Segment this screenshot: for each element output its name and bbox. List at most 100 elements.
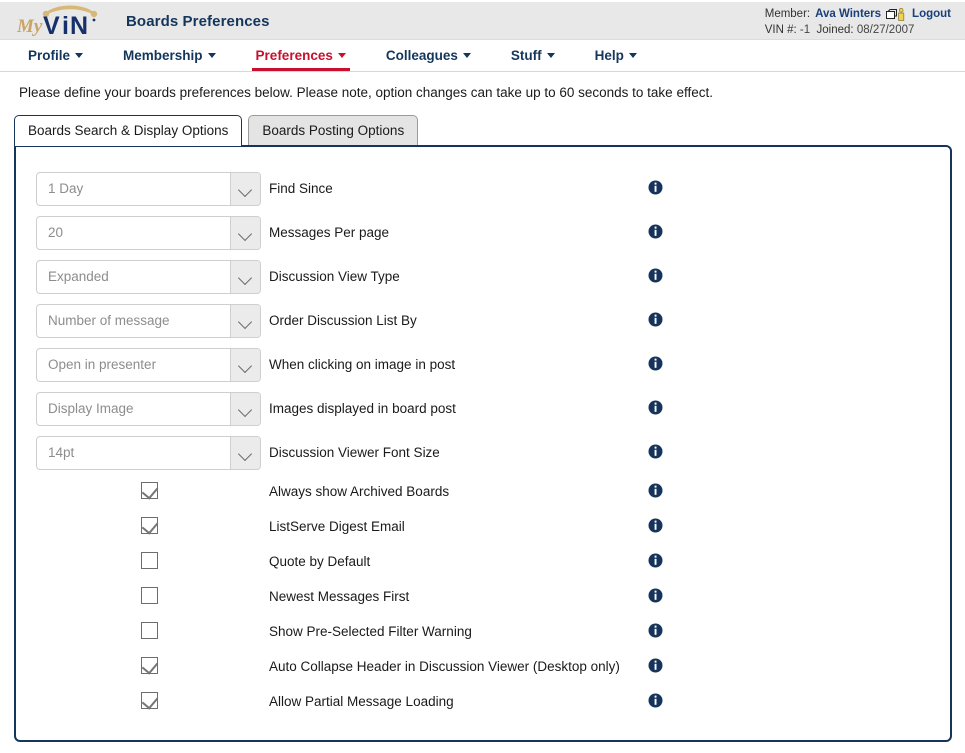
nav-item-label: Preferences xyxy=(255,48,333,63)
nav-item-label: Colleagues xyxy=(385,48,458,63)
preference-label: Messages Per page xyxy=(269,225,390,240)
info-icon[interactable] xyxy=(648,444,663,459)
chevron-down-icon[interactable] xyxy=(230,173,260,205)
select-messages-per-page[interactable]: 20 xyxy=(36,216,261,250)
preference-row: Newest Messages First xyxy=(16,580,950,615)
tab-bar: Boards Search & Display Options Boards Po… xyxy=(0,115,965,146)
app-header: My V i N Boards Preferences Member: Ava … xyxy=(0,0,965,40)
preference-label: Always show Archived Boards xyxy=(269,484,450,499)
preference-row: Always show Archived Boards xyxy=(16,475,950,510)
nav-item-stuff[interactable]: Stuff xyxy=(511,40,555,71)
info-icon[interactable] xyxy=(648,588,663,603)
check-icon xyxy=(141,657,159,675)
nav-item-label: Profile xyxy=(28,48,71,63)
preference-row: Quote by Default xyxy=(16,545,950,580)
nav-item-label: Stuff xyxy=(510,48,542,63)
chevron-down-icon[interactable] xyxy=(230,349,260,381)
checkbox-newest-messages-first[interactable] xyxy=(141,587,158,604)
preference-label: Find Since xyxy=(269,181,333,196)
tab-label: Boards Search & Display Options xyxy=(28,123,229,138)
chevron-down-icon xyxy=(75,53,84,58)
info-icon[interactable] xyxy=(648,268,663,283)
info-icon[interactable] xyxy=(648,693,663,708)
logout-link[interactable]: Logout xyxy=(912,7,951,21)
preference-row: ListServe Digest Email xyxy=(16,510,950,545)
select-value: 1 Day xyxy=(48,181,84,196)
tab-label: Boards Posting Options xyxy=(262,123,405,138)
checkbox-show-pre-selected-filter-warning[interactable] xyxy=(141,622,158,639)
joined-label: Joined: xyxy=(816,24,854,36)
preference-row: 20 Messages Per page xyxy=(16,211,950,255)
checkbox-allow-partial-message-loading[interactable] xyxy=(141,692,159,710)
intro-text: Please define your boards preferences be… xyxy=(19,85,713,100)
preference-label: Newest Messages First xyxy=(269,589,410,604)
info-icon[interactable] xyxy=(648,180,663,195)
nav-item-label: Membership xyxy=(123,48,203,63)
preference-label: Allow Partial Message Loading xyxy=(269,694,454,709)
info-icon[interactable] xyxy=(648,553,663,568)
vin-value: -1 xyxy=(799,24,811,36)
preference-row: 1 Day Find Since xyxy=(16,167,950,211)
info-icon[interactable] xyxy=(648,400,663,415)
info-icon[interactable] xyxy=(648,224,663,239)
preference-label: Discussion Viewer Font Size xyxy=(269,445,440,460)
svg-text:V: V xyxy=(43,12,60,38)
chevron-down-icon[interactable] xyxy=(230,217,260,249)
select-find-since[interactable]: 1 Day xyxy=(36,172,261,206)
preference-label: Auto Collapse Header in Discussion Viewe… xyxy=(269,659,620,674)
select-value: Expanded xyxy=(48,269,109,284)
joined-value: 08/27/2007 xyxy=(856,24,915,36)
tab-search-display-options[interactable]: Boards Search & Display Options xyxy=(14,115,243,146)
nav-item-profile[interactable]: Profile xyxy=(28,40,84,71)
chevron-down-icon[interactable] xyxy=(230,305,260,337)
preference-row: 14pt Discussion Viewer Font Size xyxy=(16,431,950,475)
preferences-panel: 1 Day Find Since 20 Messages Per page Expand… xyxy=(14,145,952,742)
nav-item-help[interactable]: Help xyxy=(595,40,637,71)
select-when-clicking-on-image-in-post[interactable]: Open in presenter xyxy=(36,348,261,382)
info-icon[interactable] xyxy=(648,312,663,327)
preference-label: When clicking on image in post xyxy=(269,357,456,372)
svg-text:i: i xyxy=(62,12,69,38)
preference-label: ListServe Digest Email xyxy=(269,519,405,534)
select-discussion-viewer-font-size[interactable]: 14pt xyxy=(36,436,261,470)
chevron-down-icon[interactable] xyxy=(230,261,260,293)
info-icon[interactable] xyxy=(648,623,663,638)
info-icon[interactable] xyxy=(648,518,663,533)
switch-user-icon[interactable] xyxy=(886,7,905,21)
select-discussion-view-type[interactable]: Expanded xyxy=(36,260,261,294)
info-icon[interactable] xyxy=(648,483,663,498)
chevron-down-icon xyxy=(628,53,637,58)
select-value: Display Image xyxy=(48,401,134,416)
preference-row: Expanded Discussion View Type xyxy=(16,255,950,299)
checkbox-listserve-digest-email[interactable] xyxy=(141,517,159,535)
preference-row: Auto Collapse Header in Discussion Viewe… xyxy=(16,650,950,685)
preference-row: Display Image Images displayed in board p… xyxy=(16,387,950,431)
chevron-down-icon xyxy=(337,53,346,58)
info-icon[interactable] xyxy=(648,658,663,673)
info-icon[interactable] xyxy=(648,356,663,371)
check-icon xyxy=(141,517,159,535)
checkbox-quote-by-default[interactable] xyxy=(141,552,158,569)
nav-item-colleagues[interactable]: Colleagues xyxy=(386,40,471,71)
select-value: 20 xyxy=(48,225,64,240)
svg-text:N: N xyxy=(70,12,88,38)
checkbox-always-show-archived-boards[interactable] xyxy=(141,482,159,500)
svg-text:My: My xyxy=(17,16,43,37)
nav-item-preferences[interactable]: Preferences xyxy=(251,40,351,71)
select-value: Open in presenter xyxy=(48,357,157,372)
preference-row: Allow Partial Message Loading xyxy=(16,685,950,720)
member-name[interactable]: Ava Winters xyxy=(815,7,881,21)
select-value: Number of message xyxy=(48,313,170,328)
preference-row: Show Pre-Selected Filter Warning xyxy=(16,615,950,650)
select-order-discussion-list-by[interactable]: Number of message xyxy=(36,304,261,338)
chevron-down-icon[interactable] xyxy=(230,437,260,469)
tab-posting-options[interactable]: Boards Posting Options xyxy=(248,115,419,145)
select-images-displayed-in-board-post[interactable]: Display Image xyxy=(36,392,261,426)
chevron-down-icon[interactable] xyxy=(230,393,260,425)
checkbox-auto-collapse-header-in-discussion-viewer-desktop-only[interactable] xyxy=(141,657,159,675)
nav-item-membership[interactable]: Membership xyxy=(123,40,216,71)
preference-label: Images displayed in board post xyxy=(269,401,456,416)
preference-row: Number of message Order Discussion List B… xyxy=(16,299,950,343)
preference-row: Open in presenter When clicking on image … xyxy=(16,343,950,387)
myvin-logo[interactable]: My V i N xyxy=(17,4,117,38)
